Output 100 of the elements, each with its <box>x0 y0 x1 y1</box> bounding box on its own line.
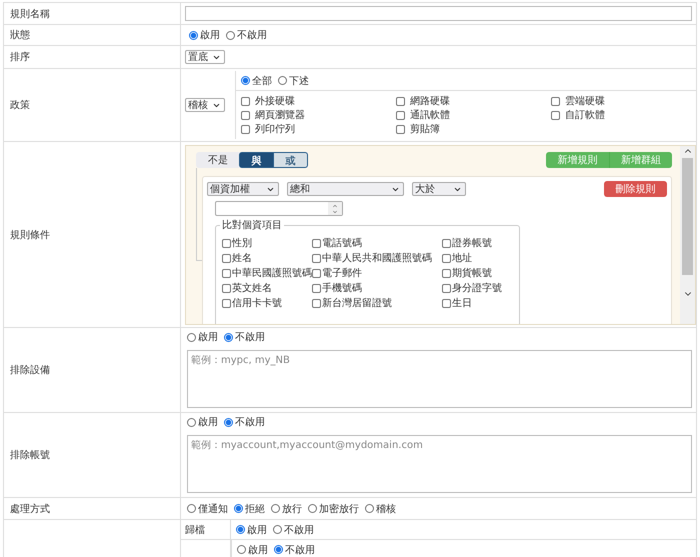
checkbox[interactable] <box>312 254 321 262</box>
policy-select[interactable]: 稽核 <box>185 98 225 112</box>
radio-option[interactable]: 啟用 <box>189 28 220 42</box>
checkbox-option[interactable]: 英文姓名 <box>222 281 312 295</box>
checkbox[interactable] <box>442 298 451 308</box>
radio-button[interactable] <box>308 504 317 513</box>
checkbox[interactable] <box>222 284 231 292</box>
radio-option[interactable]: 啟用 <box>187 415 218 429</box>
checkbox-option[interactable]: 雲端硬碟 <box>551 94 691 108</box>
radio-button[interactable] <box>187 332 196 342</box>
field-label: 政策 <box>10 99 30 112</box>
field-label: 排除帳號 <box>10 448 50 462</box>
checkbox-option[interactable]: 生日 <box>442 296 515 310</box>
checkbox-option[interactable]: 電話號碼 <box>312 236 442 250</box>
logic-toggle[interactable]: 與 <box>239 152 274 168</box>
radio-option[interactable]: 啟用 <box>236 522 267 536</box>
field-label: 歸檔 <box>185 524 205 536</box>
radio-button[interactable] <box>224 332 233 342</box>
checkbox-option[interactable]: 列印佇列 <box>241 122 396 136</box>
radio-button[interactable] <box>365 504 374 513</box>
spinner-icon[interactable] <box>328 202 342 215</box>
checkbox-option[interactable]: 地址 <box>442 251 515 265</box>
checkbox[interactable] <box>396 124 405 134</box>
radio-button[interactable] <box>274 545 283 554</box>
account-exclusion-field[interactable]: 範例：myaccount,myaccount@mydomain.com <box>187 435 692 493</box>
radio-button[interactable] <box>187 504 196 513</box>
checkbox-option[interactable]: 剪貼簿 <box>396 122 551 136</box>
radio-button[interactable] <box>278 76 287 85</box>
checkbox[interactable] <box>241 110 250 120</box>
radio-button[interactable] <box>224 418 233 426</box>
checkbox-option[interactable]: 期貨帳號 <box>442 266 515 280</box>
checkbox[interactable] <box>241 124 250 134</box>
radio-option[interactable]: 啟用 <box>187 330 218 344</box>
radio-option[interactable]: 加密放行 <box>308 502 359 516</box>
checkbox-option[interactable]: 自訂軟體 <box>551 108 691 122</box>
checkbox[interactable] <box>312 284 321 292</box>
radio-button[interactable] <box>236 525 245 534</box>
radio-button[interactable] <box>237 545 246 554</box>
checkbox-option[interactable]: 證券帳號 <box>442 236 515 250</box>
checkbox[interactable] <box>442 254 451 262</box>
logic-toggle[interactable]: 或 <box>273 152 308 168</box>
checkbox[interactable] <box>222 254 231 262</box>
checkbox-option[interactable]: 手機號碼 <box>312 281 442 295</box>
radio-button[interactable] <box>189 30 198 40</box>
checkbox[interactable] <box>396 110 405 120</box>
radio-option[interactable]: 不啟用 <box>226 28 267 42</box>
field-label: 排除設備 <box>10 364 50 377</box>
radio-option[interactable]: 放行 <box>271 502 302 516</box>
checkbox[interactable] <box>222 238 231 248</box>
checkbox[interactable] <box>396 96 405 106</box>
checkbox[interactable] <box>442 238 451 248</box>
radio-option[interactable]: 拒絕 <box>234 502 265 516</box>
radio-option[interactable]: 不啟用 <box>274 542 315 556</box>
number-field[interactable] <box>215 201 343 216</box>
checkbox-option[interactable]: 網頁瀏覽器 <box>241 108 396 122</box>
radio-option[interactable]: 下述 <box>278 74 309 88</box>
field-select[interactable]: 個資加權 <box>207 182 279 196</box>
checkbox-option[interactable]: 性別 <box>222 236 312 250</box>
checkbox[interactable] <box>222 298 231 308</box>
operator-select[interactable]: 大於 <box>412 182 466 196</box>
checkbox[interactable] <box>222 268 231 278</box>
negate-toggle[interactable]: 不是 <box>196 152 240 168</box>
delete-rule-button[interactable]: 刪除規則 <box>604 181 667 197</box>
checkbox[interactable] <box>442 284 451 292</box>
radio-button[interactable] <box>234 504 243 513</box>
radio-button[interactable] <box>271 504 280 513</box>
radio-option[interactable]: 不啟用 <box>273 522 314 536</box>
radio-option[interactable]: 不啟用 <box>224 330 265 344</box>
checkbox[interactable] <box>312 268 321 278</box>
checkbox-option[interactable]: 姓名 <box>222 251 312 265</box>
field-label: 規則條件 <box>10 228 50 242</box>
checkbox-option[interactable]: 中華人民共和國護照號碼 <box>312 251 442 265</box>
radio-option[interactable]: 僅通知 <box>187 502 228 516</box>
checkbox[interactable] <box>442 268 451 278</box>
radio-button[interactable] <box>187 418 196 426</box>
aggregate-select[interactable]: 總和 <box>287 182 404 196</box>
radio-button[interactable] <box>273 525 282 534</box>
radio-option[interactable]: 稽核 <box>365 502 396 516</box>
radio-button[interactable] <box>226 30 235 40</box>
radio-button[interactable] <box>241 76 250 85</box>
rule-name-field[interactable] <box>185 6 692 21</box>
checkbox-option[interactable]: 信用卡卡號 <box>222 296 312 310</box>
radio-option[interactable]: 啟用 <box>237 542 268 556</box>
checkbox[interactable] <box>551 110 560 120</box>
checkbox-option[interactable]: 身分證字號 <box>442 281 515 295</box>
checkbox[interactable] <box>241 96 250 106</box>
checkbox[interactable] <box>312 298 321 308</box>
checkbox-option[interactable]: 網路硬碟 <box>396 94 551 108</box>
scrollbar[interactable] <box>680 146 695 324</box>
radio-option[interactable]: 不啟用 <box>224 415 265 429</box>
checkbox-option[interactable]: 新台灣居留證號 <box>312 296 442 310</box>
device-exclusion-field[interactable]: 範例：mypc, my_NB <box>187 350 692 408</box>
checkbox-option[interactable]: 中華民國護照號碼 <box>222 266 312 280</box>
checkbox-option[interactable]: 電子郵件 <box>312 266 442 280</box>
checkbox[interactable] <box>312 238 321 248</box>
checkbox[interactable] <box>551 96 560 106</box>
checkbox-option[interactable]: 外接硬碟 <box>241 94 396 108</box>
radio-option[interactable]: 全部 <box>241 74 272 88</box>
checkbox-option[interactable]: 通訊軟體 <box>396 108 551 122</box>
order-select[interactable]: 置底 <box>185 50 225 64</box>
